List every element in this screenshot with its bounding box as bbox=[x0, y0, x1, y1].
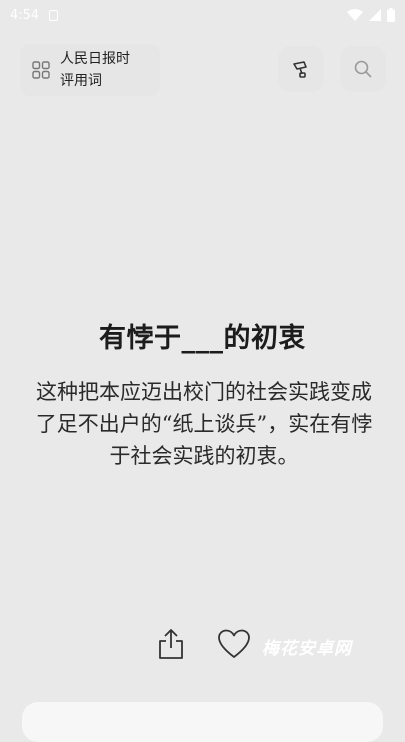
header-title: 人民日报时评用词 bbox=[60, 51, 130, 89]
dictionary-selector[interactable]: 人民日报时评用词 bbox=[20, 44, 160, 96]
like-button[interactable] bbox=[214, 624, 254, 664]
notification-icon bbox=[49, 9, 59, 21]
bottom-sheet-handle[interactable] bbox=[22, 702, 383, 742]
status-bar: 4:54 bbox=[0, 0, 405, 30]
grid-icon bbox=[32, 61, 50, 79]
search-icon bbox=[354, 60, 372, 78]
status-left: 4:54 bbox=[10, 7, 59, 23]
stamp-button[interactable] bbox=[278, 46, 324, 92]
battery-icon bbox=[387, 8, 395, 22]
example-sentence: 这种把本应迈出校门的社会实践变成了足不出户的“纸上谈兵”，实在有悖于社会实践的初… bbox=[35, 380, 373, 468]
share-button[interactable] bbox=[151, 624, 191, 664]
watermark: 梅花安卓网 bbox=[262, 639, 352, 659]
term-word: 有悖于___的初衷 bbox=[99, 323, 306, 354]
status-right bbox=[347, 8, 395, 22]
signal-icon bbox=[369, 9, 381, 21]
search-button[interactable] bbox=[340, 46, 386, 92]
heart-icon bbox=[218, 629, 250, 658]
stamp-icon bbox=[293, 61, 307, 78]
share-icon bbox=[159, 629, 183, 659]
wifi-icon bbox=[347, 8, 363, 21]
status-time: 4:54 bbox=[10, 7, 40, 23]
